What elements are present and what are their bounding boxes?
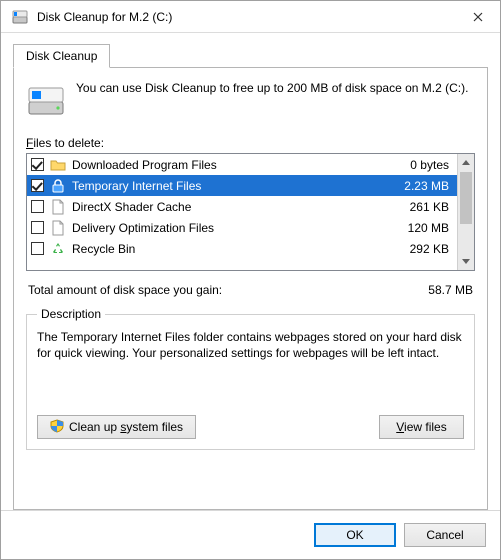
checkbox[interactable] <box>31 158 44 171</box>
item-name: Delivery Optimization Files <box>72 221 375 235</box>
item-size: 120 MB <box>381 221 451 235</box>
item-size: 0 bytes <box>381 158 451 172</box>
window-title: Disk Cleanup for M.2 (C:) <box>37 10 455 24</box>
scrollbar[interactable] <box>457 154 474 270</box>
chevron-up-icon <box>462 160 470 165</box>
tabstrip: Disk Cleanup <box>1 33 500 67</box>
intro-row: You can use Disk Cleanup to free up to 2… <box>26 80 475 120</box>
list-item[interactable]: Delivery Optimization Files 120 MB <box>27 217 457 238</box>
scroll-down-button[interactable] <box>458 253 474 270</box>
description-text: The Temporary Internet Files folder cont… <box>37 329 464 387</box>
titlebar: Disk Cleanup for M.2 (C:) <box>1 1 500 33</box>
file-icon <box>50 199 66 215</box>
list-item[interactable]: Temporary Internet Files 2.23 MB <box>27 175 457 196</box>
folder-icon <box>50 157 66 173</box>
item-name: DirectX Shader Cache <box>72 200 375 214</box>
disk-cleanup-icon <box>11 8 29 26</box>
item-name: Temporary Internet Files <box>72 179 375 193</box>
dialog-footer: OK Cancel <box>1 510 500 559</box>
drive-icon <box>26 80 66 120</box>
list-item[interactable]: Downloaded Program Files 0 bytes <box>27 154 457 175</box>
description-group: Description The Temporary Internet Files… <box>26 307 475 450</box>
shield-icon <box>50 419 64 436</box>
recycle-icon <box>50 241 66 257</box>
checkbox[interactable] <box>31 221 44 234</box>
checkbox[interactable] <box>31 200 44 213</box>
chevron-down-icon <box>462 259 470 264</box>
description-legend: Description <box>37 307 105 321</box>
cleanup-system-files-button[interactable]: Clean up system files <box>37 415 196 439</box>
lock-icon <box>50 178 66 194</box>
file-icon <box>50 220 66 236</box>
view-files-button[interactable]: View files <box>379 415 464 439</box>
total-row: Total amount of disk space you gain: 58.… <box>28 283 473 297</box>
total-label: Total amount of disk space you gain: <box>28 283 428 297</box>
scroll-up-button[interactable] <box>458 154 474 171</box>
cancel-button[interactable]: Cancel <box>404 523 486 547</box>
checkbox[interactable] <box>31 179 44 192</box>
scroll-thumb[interactable] <box>460 172 472 224</box>
files-list: Downloaded Program Files 0 bytes Temporary… <box>26 153 475 271</box>
close-button[interactable] <box>455 1 500 32</box>
item-name: Downloaded Program Files <box>72 158 375 172</box>
list-item[interactable]: DirectX Shader Cache 261 KB <box>27 196 457 217</box>
list-item[interactable]: Recycle Bin 292 KB <box>27 238 457 259</box>
total-value: 58.7 MB <box>428 283 473 297</box>
intro-text: You can use Disk Cleanup to free up to 2… <box>76 80 468 96</box>
item-size: 2.23 MB <box>381 179 451 193</box>
tab-disk-cleanup[interactable]: Disk Cleanup <box>13 44 110 68</box>
item-size: 292 KB <box>381 242 451 256</box>
close-icon <box>473 12 483 22</box>
item-size: 261 KB <box>381 200 451 214</box>
tab-body: You can use Disk Cleanup to free up to 2… <box>13 67 488 510</box>
files-list-viewport[interactable]: Downloaded Program Files 0 bytes Temporary… <box>27 154 457 270</box>
files-to-delete-label: Files to delete: <box>26 136 475 150</box>
ok-button[interactable]: OK <box>314 523 396 547</box>
checkbox[interactable] <box>31 242 44 255</box>
item-name: Recycle Bin <box>72 242 375 256</box>
